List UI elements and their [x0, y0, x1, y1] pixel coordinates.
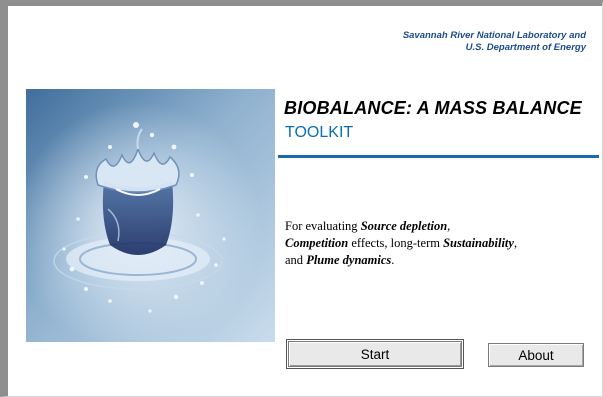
about-button[interactable]: About: [488, 343, 584, 367]
start-button[interactable]: Start: [286, 339, 464, 369]
splash-window: Savannah River National Laboratory and U…: [0, 0, 603, 397]
description-part: effects, long-term: [348, 236, 444, 250]
credit-text: Savannah River National Laboratory and U…: [403, 30, 586, 54]
app-title: BIOBALANCE: A MASS BALANCE: [284, 98, 582, 118]
emphasis-source-depletion: Source depletion: [360, 219, 448, 233]
emphasis-sustainability: Sustainability: [443, 236, 514, 250]
credit-line-2: U.S. Department of Energy: [465, 42, 586, 53]
description-part: ,: [513, 236, 518, 250]
description-part: .: [391, 253, 395, 267]
description-part: ,: [447, 219, 451, 233]
description-text: For evaluating Source depletion, Competi…: [285, 218, 585, 269]
emphasis-plume-dynamics: Plume dynamics: [306, 253, 392, 267]
app-subtitle: TOOLKIT: [285, 124, 354, 141]
about-button-label: About: [518, 347, 554, 363]
description-part: and: [285, 253, 307, 267]
water-splash-image: [26, 89, 275, 342]
title-divider: [278, 155, 599, 158]
credit-line-1: Savannah River National Laboratory and: [402, 30, 586, 41]
start-button-label: Start: [360, 346, 390, 362]
description-part: For evaluating: [285, 219, 361, 233]
emphasis-competition: Competition: [285, 236, 349, 250]
